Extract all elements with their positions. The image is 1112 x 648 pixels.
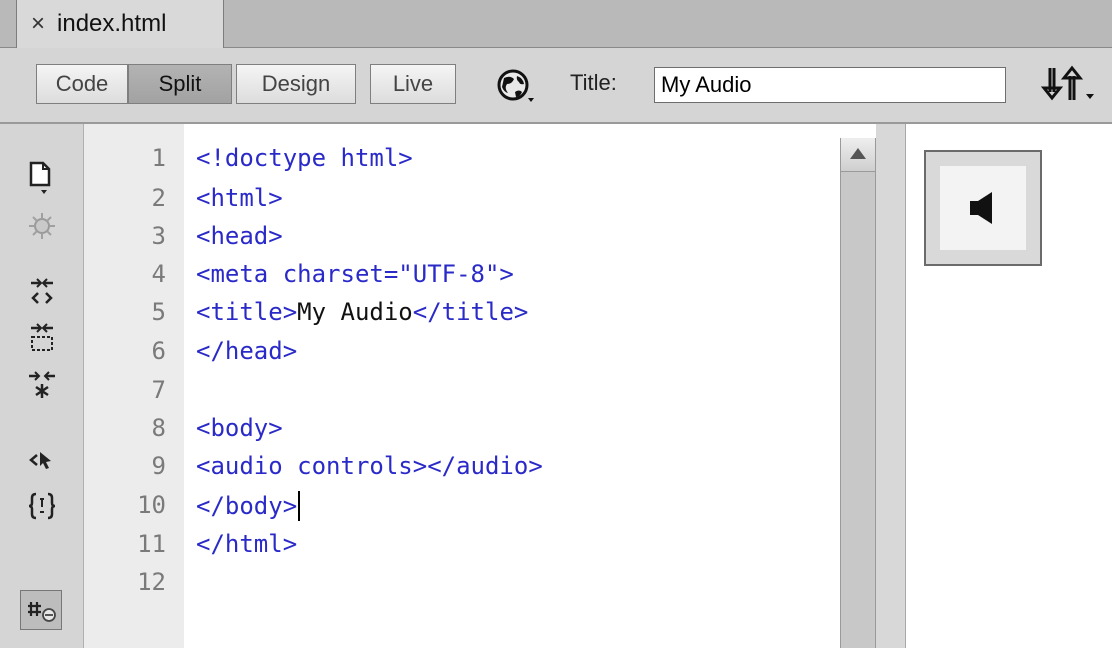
line-number: 6 (151, 337, 166, 365)
code-line[interactable]: </head> (196, 337, 297, 365)
line-number: 2 (151, 184, 166, 212)
line-number: 4 (151, 260, 166, 288)
close-tab-icon[interactable]: × (31, 12, 45, 36)
code-tag: </body> (196, 492, 298, 520)
text-cursor (298, 491, 301, 521)
split-view-button[interactable]: Split (128, 64, 232, 104)
open-documents-icon[interactable] (24, 160, 60, 196)
line-number: 8 (151, 414, 166, 442)
line-number: 11 (137, 530, 166, 558)
code-view-button[interactable]: Code (36, 64, 128, 104)
line-numbers-icon[interactable] (20, 590, 62, 630)
code-tag: <meta charset="UTF-8"> (196, 260, 514, 288)
code-line[interactable]: <html> (196, 184, 283, 212)
audio-placeholder[interactable] (924, 150, 1042, 266)
file-management-icon[interactable] (1040, 64, 1100, 104)
speaker-icon (970, 192, 992, 224)
audio-placeholder-inner (940, 166, 1026, 250)
code-line[interactable]: <audio controls></audio> (196, 452, 543, 480)
line-number: 1 (151, 144, 166, 172)
document-title-field[interactable] (654, 67, 1006, 103)
code-tag: </html> (196, 530, 298, 558)
coding-toolbar (0, 124, 84, 648)
code-line[interactable]: <!doctype html> (196, 144, 413, 172)
code-tag: <title> (196, 298, 298, 326)
code-line[interactable]: </body> (196, 491, 301, 521)
line-number: 7 (151, 376, 166, 404)
code-line[interactable]: <title>My Audio</title> (196, 298, 528, 326)
select-parent-tag-icon[interactable] (24, 442, 60, 478)
document-toolbar: Code Split Design Live Title: (0, 48, 1112, 124)
globe-icon[interactable] (496, 68, 534, 104)
title-label: Title: (570, 70, 617, 95)
code-tag: </title> (412, 298, 529, 326)
collapse-selection-icon[interactable] (24, 320, 60, 356)
tab-label: index.html (57, 10, 167, 37)
code-line[interactable]: <body> (196, 414, 283, 442)
line-number: 10 (137, 491, 166, 519)
document-tab-bar: × index.html (0, 0, 1112, 48)
design-view-button[interactable]: Design (236, 64, 356, 104)
code-tag: <audio controls></audio> (196, 452, 543, 480)
debug-icon (24, 208, 60, 244)
split-divider[interactable] (876, 124, 906, 648)
line-number: 9 (151, 452, 166, 480)
document-tab[interactable]: × index.html (16, 0, 224, 48)
collapse-full-tag-icon[interactable] (24, 274, 60, 310)
expand-all-icon[interactable] (24, 368, 60, 404)
code-line[interactable]: <head> (196, 222, 283, 250)
code-line[interactable]: <meta charset="UTF-8"> (196, 260, 514, 288)
scroll-up-arrow-icon[interactable] (841, 138, 875, 172)
line-number: 5 (151, 298, 166, 326)
code-scrollbar[interactable] (840, 138, 876, 648)
line-number: 3 (151, 222, 166, 250)
code-tag: <body> (196, 414, 283, 442)
live-view-button[interactable]: Live (370, 64, 456, 104)
line-number: 12 (137, 568, 166, 596)
balance-braces-icon[interactable] (24, 488, 60, 524)
code-tag: <head> (196, 222, 283, 250)
code-tag: </head> (196, 337, 298, 365)
code-line[interactable]: </html> (196, 530, 297, 558)
code-tag: <html> (196, 184, 283, 212)
code-tag: <!doctype html> (196, 144, 413, 172)
code-text: My Audio (297, 298, 413, 326)
